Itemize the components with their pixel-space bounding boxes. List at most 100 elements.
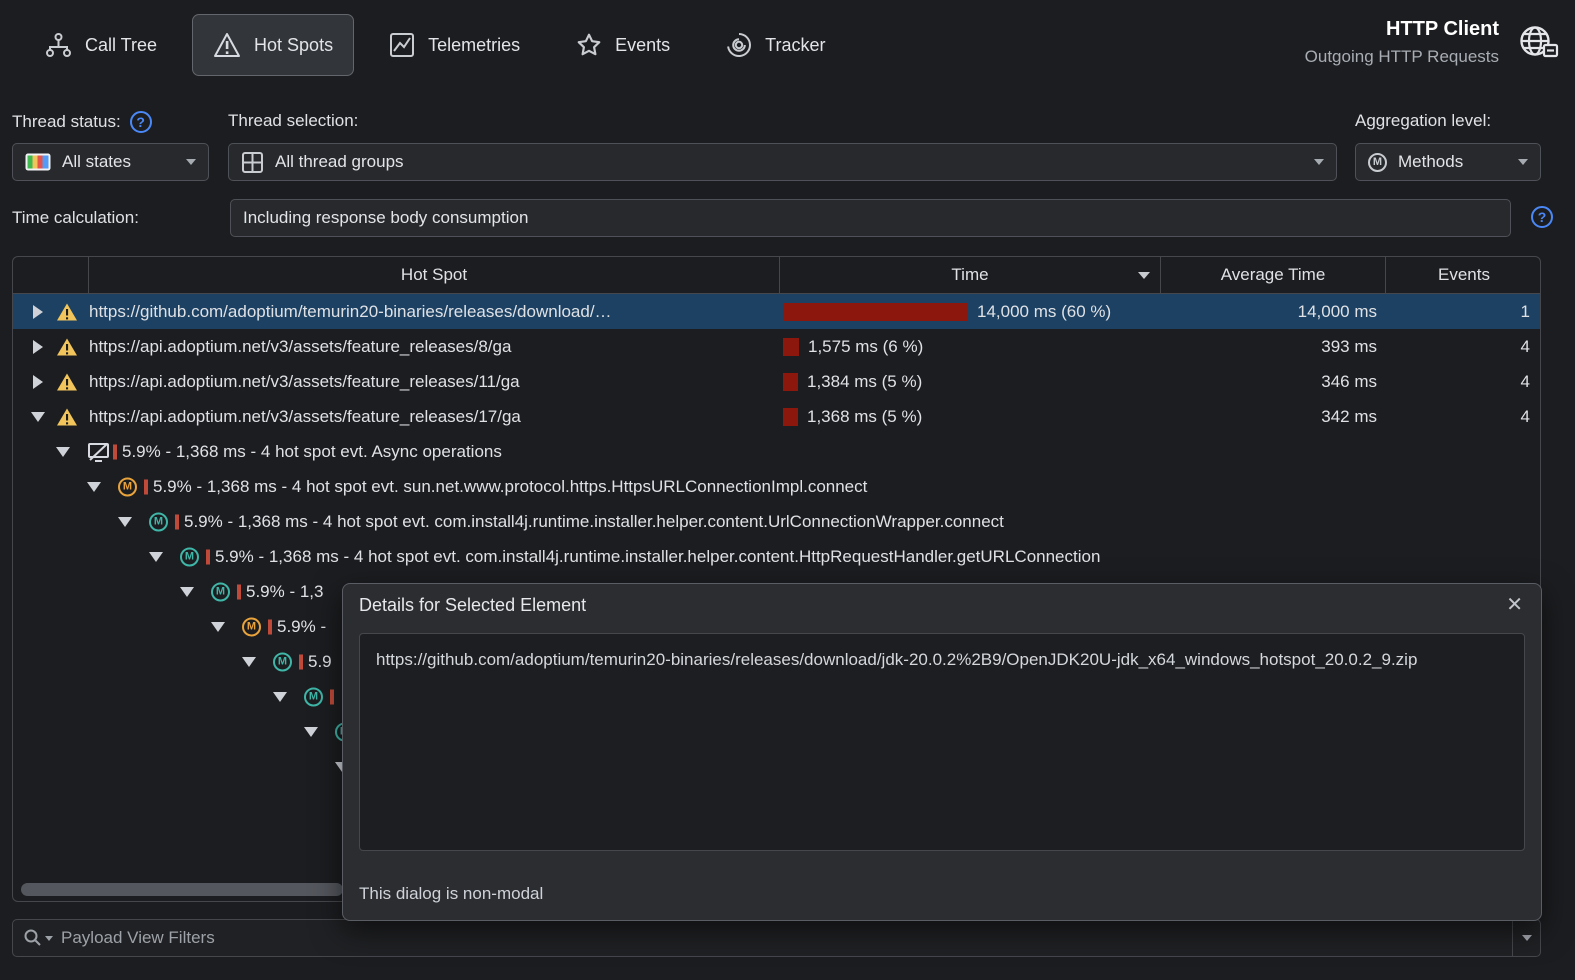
- expand-arrow-icon[interactable]: [33, 339, 43, 354]
- column-label: Time: [951, 265, 989, 284]
- thread-selection-label: Thread selection:: [228, 111, 359, 130]
- column-average-time[interactable]: Average Time: [1161, 257, 1386, 293]
- chevron-down-icon: [186, 159, 196, 165]
- time-calculation-label: Time calculation:: [12, 208, 139, 227]
- async-operations-icon: [87, 441, 110, 463]
- collapse-arrow-icon[interactable]: [211, 621, 225, 632]
- time-bar: [783, 407, 798, 426]
- average-time-value: 393 ms: [1321, 336, 1377, 356]
- collapse-arrow-icon[interactable]: [149, 551, 163, 562]
- hotspot-marker: [206, 549, 210, 564]
- tracker-icon: [726, 32, 752, 58]
- hotspot-marker: [330, 689, 334, 704]
- tab-label: Events: [615, 34, 671, 55]
- tree-row[interactable]: 5.9% - 1,368 ms - 4 hot spot evt. Async …: [13, 434, 1540, 469]
- view-tabs: Call Tree Hot Spots Telemetries Events T…: [24, 14, 846, 76]
- tree-node-label: 5.9% -: [277, 616, 327, 636]
- expand-arrow-icon[interactable]: [33, 304, 43, 319]
- tab-hot-spots[interactable]: Hot Spots: [192, 14, 355, 76]
- hotspot-marker: [113, 444, 117, 459]
- column-gutter: [13, 257, 89, 293]
- tree-row[interactable]: M 5.9% - 1,368 ms - 4 hot spot evt. com.…: [13, 539, 1540, 574]
- page-subtitle: Outgoing HTTP Requests: [1304, 47, 1499, 66]
- table-row[interactable]: https://api.adoptium.net/v3/assets/featu…: [13, 399, 1540, 434]
- warning-icon: [56, 407, 78, 426]
- call-tree-icon: [45, 32, 72, 58]
- warning-triangle-icon: [213, 32, 241, 58]
- payload-filter-dropdown-button[interactable]: [1512, 920, 1540, 956]
- collapse-arrow-icon[interactable]: [118, 516, 132, 527]
- payload-filter-input[interactable]: Payload View Filters: [61, 928, 215, 948]
- time-calculation-field[interactable]: Including response body consumption: [230, 199, 1511, 237]
- collapse-arrow-icon[interactable]: [87, 481, 101, 492]
- time-bar: [783, 372, 798, 391]
- hotspot-marker: [144, 479, 148, 494]
- tab-call-tree[interactable]: Call Tree: [24, 14, 178, 76]
- dialog-title: Details for Selected Element: [359, 595, 587, 615]
- hotspot-url: https://api.adoptium.net/v3/assets/featu…: [89, 371, 520, 391]
- time-calculation-value: Including response body consumption: [243, 208, 529, 227]
- method-icon-teal: M: [273, 652, 292, 671]
- aggregation-value: Methods: [1398, 152, 1464, 171]
- close-icon[interactable]: ✕: [1506, 592, 1523, 617]
- dialog-footer-note: This dialog is non-modal: [359, 884, 544, 903]
- help-icon[interactable]: ?: [129, 111, 152, 133]
- tab-telemetries[interactable]: Telemetries: [368, 14, 541, 76]
- table-row[interactable]: https://api.adoptium.net/v3/assets/featu…: [13, 364, 1540, 399]
- tab-events[interactable]: Events: [555, 14, 691, 76]
- tree-node-label: 5.9: [308, 651, 332, 671]
- sort-desc-icon: [1138, 271, 1150, 279]
- toolbar: Call Tree Hot Spots Telemetries Events T…: [0, 0, 1575, 96]
- thread-selection-value: All thread groups: [275, 152, 404, 171]
- collapse-arrow-icon[interactable]: [56, 446, 70, 457]
- payload-view-filters-bar[interactable]: Payload View Filters: [12, 919, 1541, 957]
- tab-tracker[interactable]: Tracker: [705, 14, 846, 76]
- search-icon[interactable]: [23, 928, 53, 948]
- dialog-content[interactable]: https://github.com/adoptium/temurin20-bi…: [359, 633, 1525, 851]
- method-icon-orange: M: [242, 617, 261, 636]
- horizontal-scrollbar[interactable]: [21, 883, 343, 896]
- events-value: 4: [1520, 336, 1530, 356]
- chevron-down-icon: [1518, 159, 1528, 165]
- methods-icon: M: [1368, 152, 1387, 172]
- aggregation-level-label: Aggregation level:: [1355, 111, 1492, 130]
- column-time[interactable]: Time: [780, 257, 1161, 293]
- method-icon-teal: M: [149, 512, 168, 531]
- collapse-arrow-icon[interactable]: [242, 656, 256, 667]
- tab-label: Tracker: [765, 34, 826, 55]
- hotspot-marker: [237, 584, 241, 599]
- tree-row[interactable]: M 5.9% - 1,368 ms - 4 hot spot evt. com.…: [13, 504, 1540, 539]
- column-hot-spot[interactable]: Hot Spot: [89, 257, 780, 293]
- hotspot-url: https://github.com/adoptium/temurin20-bi…: [89, 301, 612, 321]
- thread-states-icon: [25, 153, 51, 171]
- tab-label: Hot Spots: [254, 34, 334, 55]
- time-value: 1,384 ms (5 %): [807, 371, 923, 391]
- chevron-down-icon: [45, 935, 53, 941]
- thread-status-label: Thread status:: [12, 112, 121, 131]
- hotspot-marker: [268, 619, 272, 634]
- page-title: HTTP Client: [1386, 18, 1499, 40]
- aggregation-level-dropdown[interactable]: M Methods: [1355, 143, 1541, 181]
- time-value: 1,368 ms (5 %): [807, 406, 923, 426]
- table-row[interactable]: https://api.adoptium.net/v3/assets/featu…: [13, 329, 1540, 364]
- thread-status-dropdown[interactable]: All states: [12, 143, 209, 181]
- tree-row[interactable]: M 5.9% - 1,368 ms - 4 hot spot evt. sun.…: [13, 469, 1540, 504]
- warning-icon: [56, 302, 78, 321]
- collapse-arrow-icon[interactable]: [31, 411, 45, 422]
- chart-icon: [389, 32, 415, 58]
- collapse-arrow-icon[interactable]: [273, 691, 287, 702]
- thread-selection-dropdown[interactable]: All thread groups: [228, 143, 1337, 181]
- time-value: 14,000 ms (60 %): [977, 301, 1112, 321]
- table-row[interactable]: https://github.com/adoptium/temurin20-bi…: [13, 294, 1540, 329]
- hotspot-url: https://api.adoptium.net/v3/assets/featu…: [89, 336, 512, 356]
- collapse-arrow-icon[interactable]: [304, 726, 318, 737]
- thread-status-label-row: Thread status: ?: [12, 111, 152, 133]
- time-bar: [783, 302, 968, 321]
- tree-node-label: 5.9% - 1,368 ms - 4 hot spot evt. sun.ne…: [153, 476, 868, 496]
- events-value: 4: [1520, 406, 1530, 426]
- method-icon-teal: M: [211, 582, 230, 601]
- column-events[interactable]: Events: [1386, 257, 1542, 293]
- help-icon[interactable]: ?: [1531, 206, 1553, 228]
- collapse-arrow-icon[interactable]: [180, 586, 194, 597]
- expand-arrow-icon[interactable]: [33, 374, 43, 389]
